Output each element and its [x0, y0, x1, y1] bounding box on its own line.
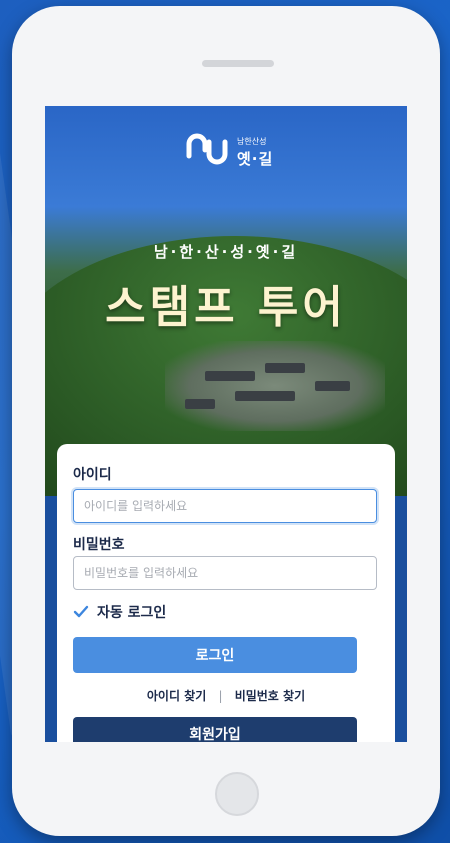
link-separator: |: [218, 689, 223, 703]
password-label: 비밀번호: [73, 537, 125, 553]
hero-banner: 남한산성 옛·길 남·한·산·성·옛·길 스탬프 투어: [45, 106, 407, 496]
hero-title: 스탬프 투어: [105, 282, 347, 333]
auto-login-label: 자동 로그인: [97, 605, 167, 621]
fortress-village-image: [165, 341, 385, 431]
id-label: 아이디: [73, 467, 112, 483]
phone-speaker: [202, 60, 274, 67]
find-id-link[interactable]: 아이디 찾기: [147, 689, 206, 703]
login-button[interactable]: 로그인: [73, 637, 357, 673]
phone-frame: 남한산성 옛·길 남·한·산·성·옛·길 스탬프 투어 아이디 비밀번호 자동 …: [12, 6, 440, 836]
logo-small-text: 남한산성: [237, 137, 267, 146]
id-input[interactable]: [73, 489, 377, 523]
app-screen: 남한산성 옛·길 남·한·산·성·옛·길 스탬프 투어 아이디 비밀번호 자동 …: [45, 106, 407, 742]
auto-login-toggle[interactable]: 자동 로그인: [73, 602, 166, 622]
find-password-link[interactable]: 비밀번호 찾기: [235, 689, 305, 703]
login-card: 아이디 비밀번호 자동 로그인 로그인 아이디 찾기 | 비밀번호 찾기 회원가…: [57, 444, 395, 742]
checkmark-icon[interactable]: [73, 604, 89, 620]
logo-mark-icon: [186, 133, 228, 165]
hero-subtitle: 남·한·산·성·옛·길: [153, 243, 299, 261]
password-input[interactable]: [73, 556, 377, 590]
signup-button[interactable]: 회원가입: [73, 717, 357, 742]
brand-logo: 남한산성 옛·길: [185, 128, 285, 174]
home-button[interactable]: [215, 772, 259, 816]
account-links: 아이디 찾기 | 비밀번호 찾기: [57, 687, 395, 704]
logo-big-text: 옛·길: [237, 150, 274, 168]
